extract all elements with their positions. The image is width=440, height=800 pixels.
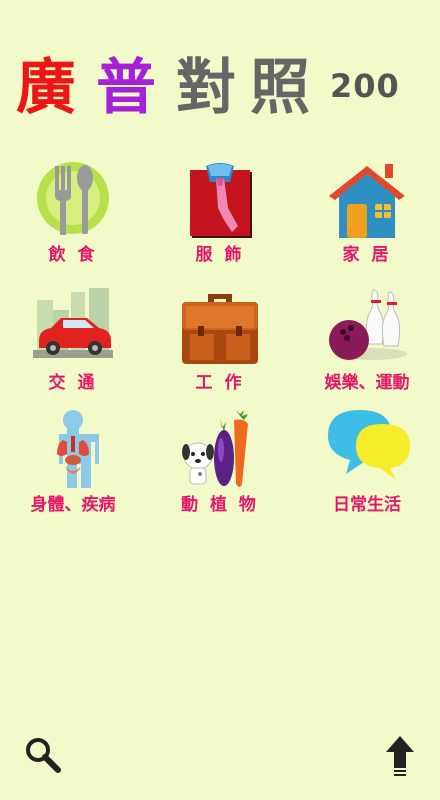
category-home[interactable]: 家 居 — [294, 160, 440, 280]
bowling-icon — [329, 289, 407, 360]
title-char-3: 對 — [176, 53, 236, 123]
category-label: 身體、疾病 — [30, 495, 116, 515]
category-animals-plants[interactable]: 動 植 物 — [147, 410, 293, 530]
category-label: 動 植 物 — [181, 495, 259, 515]
category-food[interactable]: 飲 食 — [0, 160, 146, 280]
category-label: 日常生活 — [333, 495, 401, 515]
category-label: 家 居 — [342, 245, 392, 265]
title-number: 200 — [330, 67, 400, 105]
title-char-1: 廣 — [16, 53, 76, 123]
category-clothing[interactable]: 服 飾 — [147, 160, 293, 280]
category-label: 飲 食 — [48, 245, 98, 265]
body-organs-icon — [47, 410, 99, 488]
dog-vegetables-icon — [182, 410, 248, 487]
category-daily-life[interactable]: 日常生活 — [294, 410, 440, 530]
app-title: 廣 普 對 照 200 — [0, 48, 440, 128]
category-transport[interactable]: 交 通 — [0, 288, 146, 408]
search-icon — [26, 738, 61, 773]
scroll-top-button[interactable] — [378, 734, 422, 778]
category-label: 服 飾 — [195, 245, 245, 265]
search-button[interactable] — [22, 734, 66, 778]
category-label: 娛樂、運動 — [324, 373, 410, 393]
up-arrow-icon — [386, 736, 414, 776]
category-work[interactable]: 工 作 — [147, 288, 293, 408]
category-body[interactable]: 身體、疾病 — [0, 410, 146, 530]
car-icon — [33, 288, 113, 358]
plate-fork-spoon-icon — [37, 162, 109, 235]
category-label: 工 作 — [195, 373, 245, 393]
shirt-tie-icon — [190, 163, 252, 238]
category-entertainment[interactable]: 娛樂、運動 — [294, 288, 440, 408]
title-char-2: 普 — [96, 53, 156, 123]
category-label: 交 通 — [48, 373, 98, 393]
house-icon — [329, 164, 405, 238]
briefcase-icon — [182, 294, 258, 364]
speech-bubbles-icon — [328, 410, 410, 480]
title-char-4: 照 — [250, 53, 310, 123]
